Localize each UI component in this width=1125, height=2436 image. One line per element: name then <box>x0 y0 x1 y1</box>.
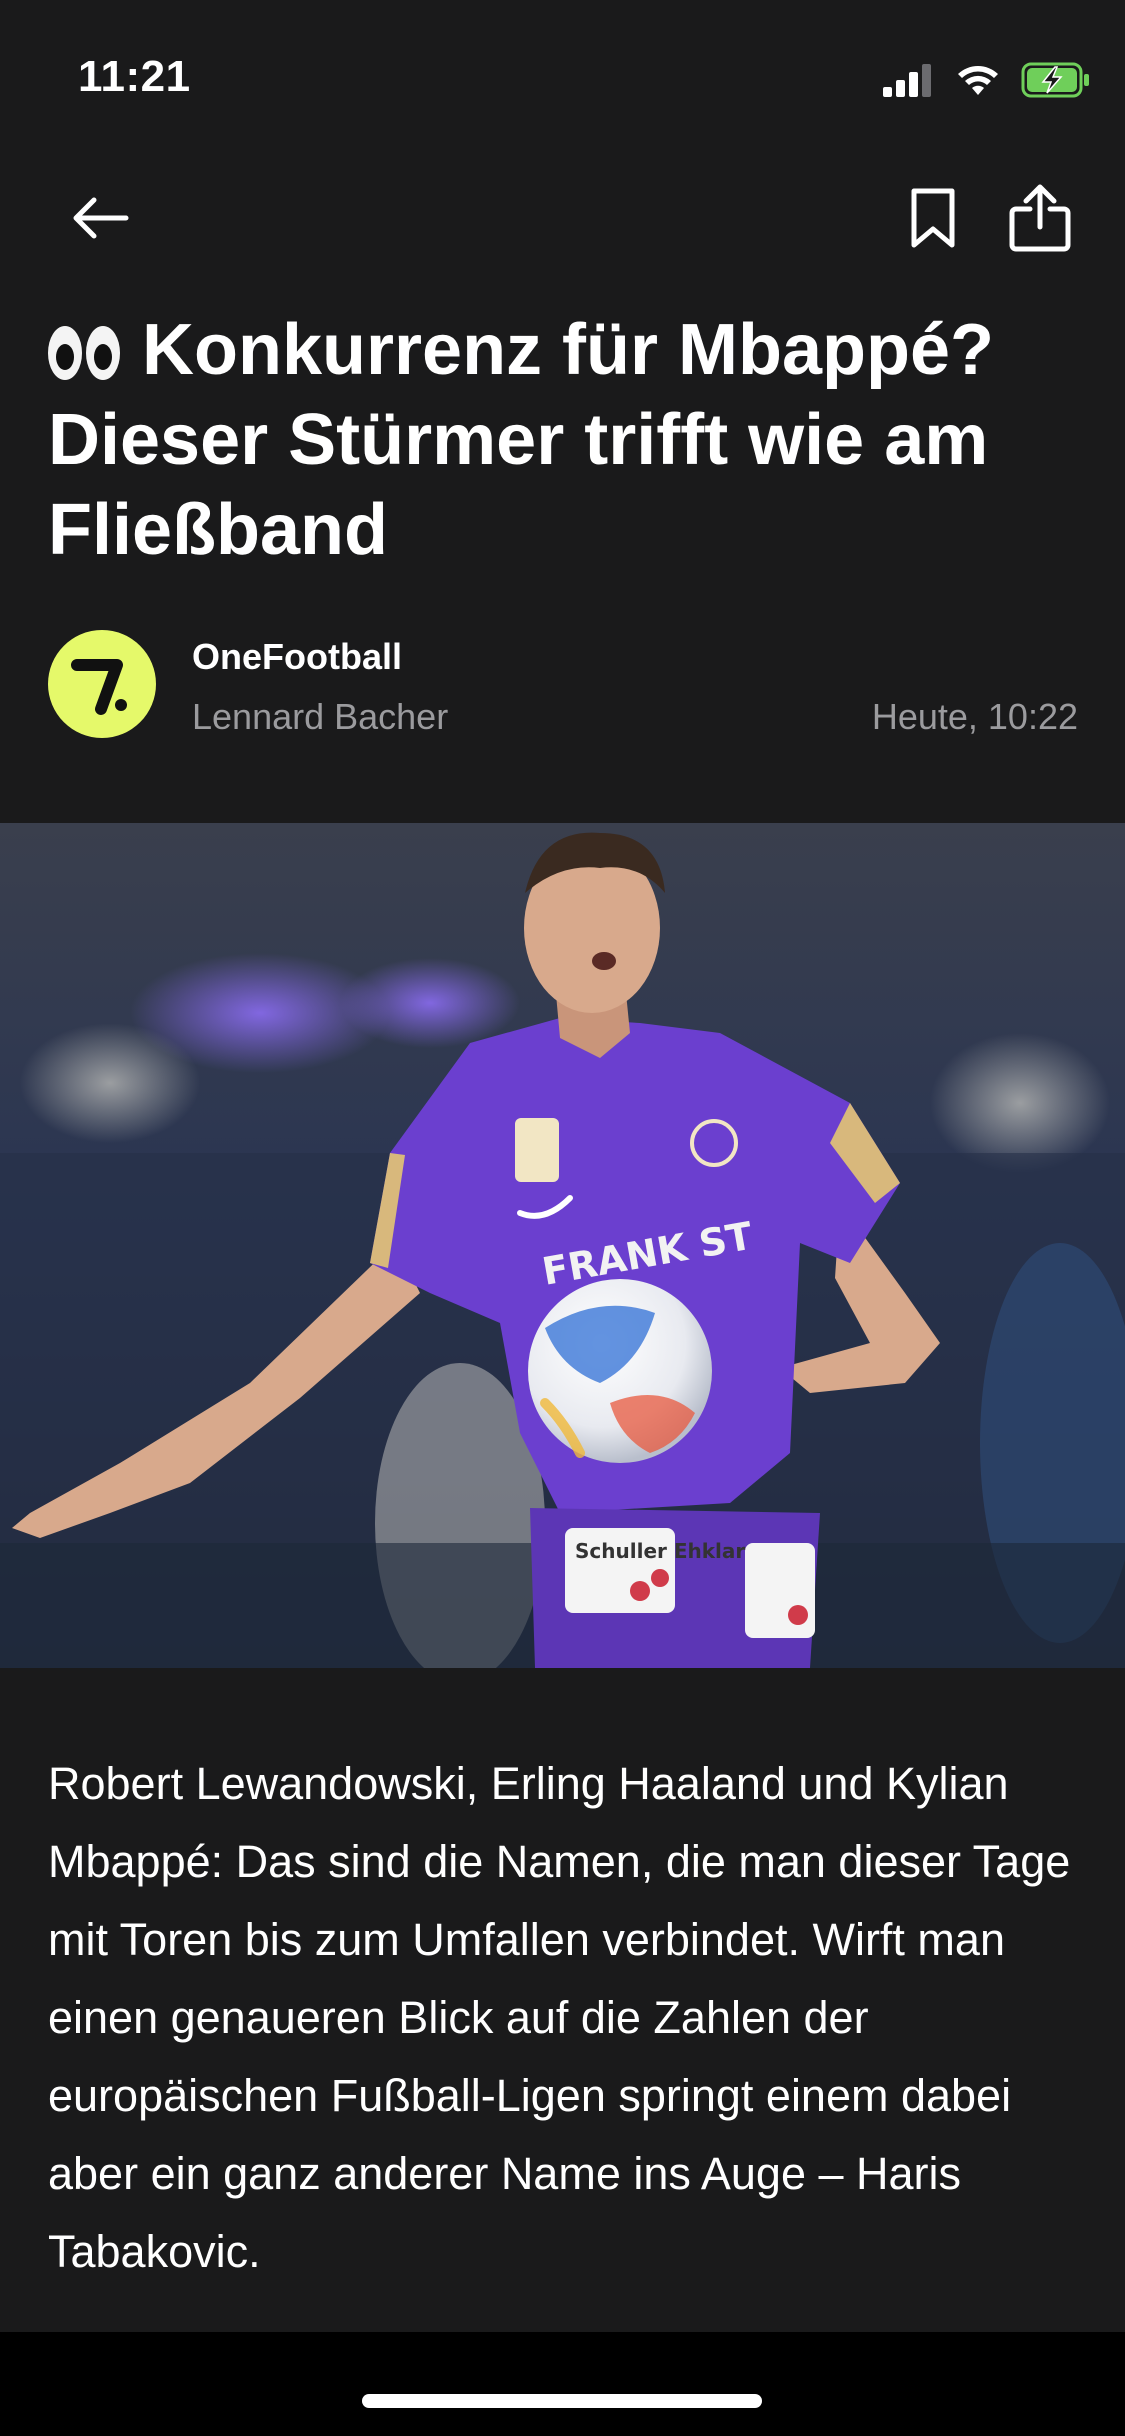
article-body-text: Robert Lewandowski, Erling Haaland und K… <box>48 1758 1071 2277</box>
navigation-bar <box>0 160 1125 280</box>
status-time: 11:21 <box>78 52 191 101</box>
status-icons <box>883 60 1091 104</box>
bottom-bar <box>0 2332 1125 2436</box>
status-bar: 11:21 <box>0 0 1125 150</box>
arrow-left-icon <box>70 196 130 245</box>
shorts-sponsor-text: Schuller Ehklar <box>575 1539 745 1563</box>
publish-timestamp: Heute, 10:22 <box>871 696 1078 737</box>
article-headline: Konkurrenz für Mbappé? Dieser Stürmer tr… <box>48 305 1088 575</box>
share-button[interactable] <box>1000 180 1080 260</box>
bookmark-icon <box>908 187 958 254</box>
wifi-icon <box>955 63 1001 102</box>
back-button[interactable] <box>60 180 140 260</box>
headline-text: Konkurrenz für Mbappé? Dieser Stürmer tr… <box>48 310 995 570</box>
publisher-name[interactable]: OneFootball <box>192 636 402 678</box>
cellular-signal-icon <box>883 63 935 102</box>
bookmark-button[interactable] <box>893 180 973 260</box>
author-name: Lennard Bacher <box>192 696 449 737</box>
home-indicator[interactable] <box>362 2394 762 2408</box>
battery-charging-icon <box>1021 62 1091 103</box>
article-byline: OneFootball Lennard Bacher Heute, 10:22 <box>48 630 1078 740</box>
onefootball-logo[interactable] <box>48 630 156 738</box>
share-icon <box>1008 183 1072 258</box>
eyes-emoji-icon <box>48 326 120 380</box>
article-hero-image: FRANK ST Schuller Ehklar <box>0 823 1125 1668</box>
